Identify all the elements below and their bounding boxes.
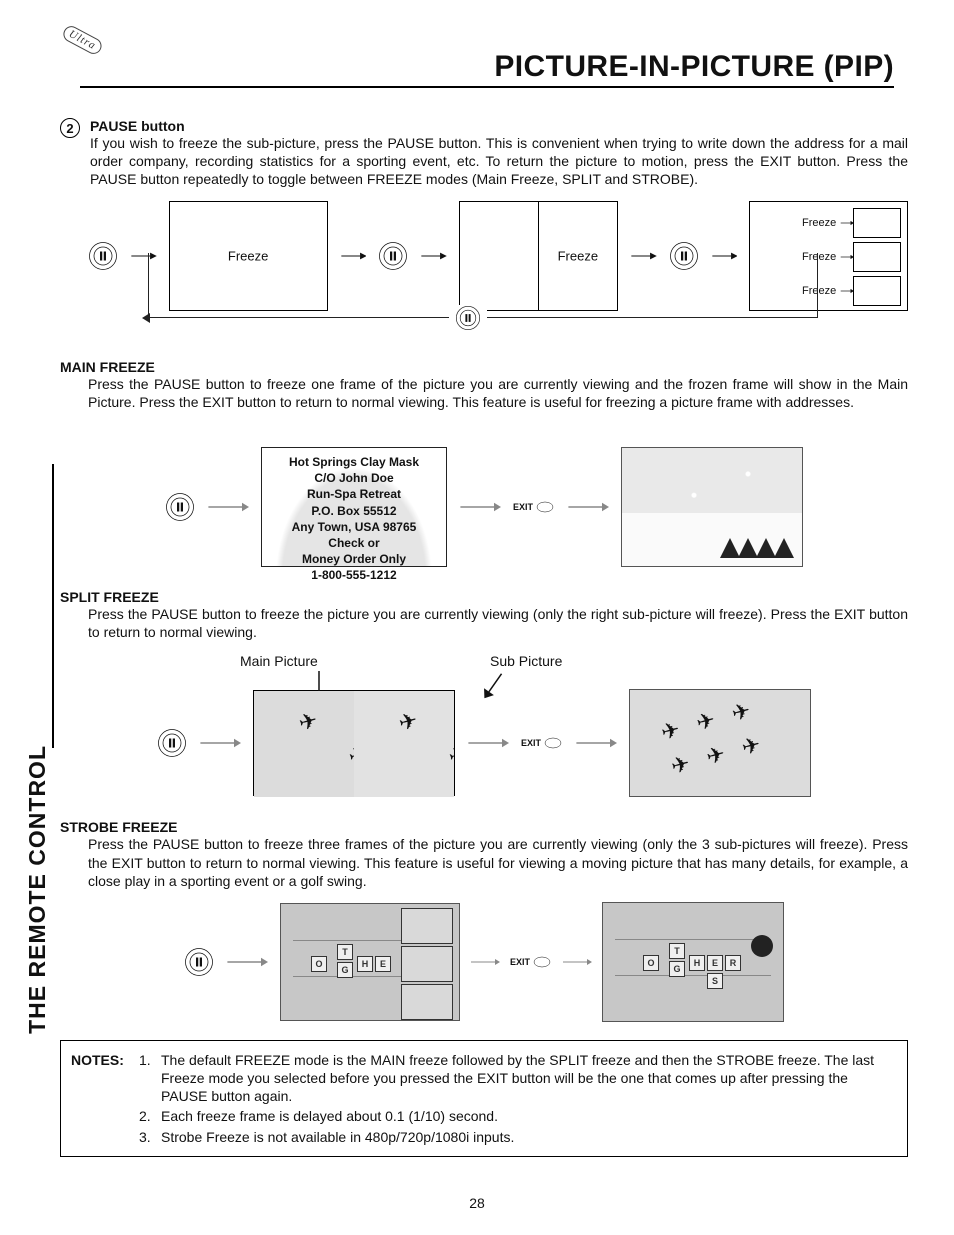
pause-heading: PAUSE button	[90, 118, 908, 134]
freeze-label: Freeze	[802, 285, 836, 297]
sub-picture-label: Sub Picture	[490, 653, 562, 669]
arrow-right-icon	[573, 736, 619, 750]
pause-icon	[184, 947, 214, 977]
arrow-right-icon	[840, 252, 854, 262]
arrow-right-icon	[465, 736, 511, 750]
split-freeze-heading: SPLIT FREEZE	[60, 589, 908, 605]
section-pause: 2 PAUSE button If you wish to freeze the…	[60, 118, 908, 189]
strobe-freeze-flow: O T G H E EXIT O T G H	[60, 902, 908, 1022]
card-line: C/O John Doe	[314, 470, 393, 486]
pause-icon	[165, 492, 195, 522]
jets-photo-sub	[354, 691, 454, 797]
arrow-right-icon	[630, 249, 657, 263]
note-text: Strobe Freeze is not available in 480p/7…	[161, 1128, 897, 1146]
sidebar-rule	[52, 464, 54, 748]
note-text: The default FREEZE mode is the MAIN free…	[161, 1051, 897, 1106]
exit-button-icon: EXIT	[513, 497, 555, 517]
sidebar-section-label: THE REMOTE CONTROL	[24, 745, 53, 1034]
pause-icon	[378, 241, 408, 271]
jets-photo-main	[254, 691, 354, 797]
arrow-right-icon	[130, 249, 157, 263]
freeze-mode-main: Freeze	[169, 201, 328, 311]
arrow-right-icon	[711, 249, 738, 263]
freeze-label: Freeze	[558, 248, 598, 263]
freeze-mode-cycle: Freeze Freeze	[88, 201, 908, 311]
page-number: 28	[0, 1195, 954, 1211]
arrow-right-icon	[840, 218, 854, 228]
card-line: Money Order Only	[302, 551, 406, 567]
winter-scene-photo	[621, 447, 803, 567]
arrow-right-icon	[457, 500, 503, 514]
jets-photo-full	[629, 689, 811, 797]
split-freeze-body: Press the PAUSE button to freeze the pic…	[88, 605, 908, 641]
card-line: Hot Springs Clay Mask	[289, 454, 419, 470]
card-line: Any Town, USA 98765	[292, 519, 417, 535]
step-number-2: 2	[60, 118, 80, 138]
pause-icon	[669, 241, 699, 271]
note-num: 2.	[139, 1107, 157, 1125]
content-area: 2 PAUSE button If you wish to freeze the…	[60, 118, 908, 1157]
arrow-right-icon	[565, 500, 611, 514]
document-page: Ultra PICTURE-IN-PICTURE (PIP) THE REMOT…	[0, 0, 954, 1235]
card-line: Check or	[328, 535, 379, 551]
pause-icon	[157, 728, 187, 758]
freeze-mode-strobe: Freeze Freeze Freeze	[749, 201, 908, 311]
arrow-right-icon	[340, 249, 367, 263]
freeze-label: Freeze	[802, 251, 836, 263]
arrow-right-icon	[840, 286, 854, 296]
main-picture-label: Main Picture	[240, 653, 318, 669]
notes-label: NOTES:	[71, 1051, 135, 1106]
card-line: 1-800-555-1212	[311, 567, 396, 583]
split-picture-box	[253, 690, 455, 796]
note-num: 1.	[139, 1051, 157, 1106]
track-full-photo: O T G H E R S	[602, 902, 784, 1022]
main-freeze-body: Press the PAUSE button to freeze one fra…	[88, 375, 908, 411]
exit-button-icon: EXIT	[510, 952, 552, 972]
arrow-right-icon	[224, 955, 270, 969]
main-freeze-flow: Hot Springs Clay Mask C/O John Doe Run-S…	[60, 447, 908, 567]
arrow-right-icon	[205, 500, 251, 514]
page-title: PICTURE-IN-PICTURE (PIP)	[80, 50, 894, 84]
arrow-right-icon	[562, 955, 592, 969]
freeze-label: Freeze	[802, 217, 836, 229]
pause-body: If you wish to freeze the sub-picture, p…	[90, 134, 908, 189]
cycle-return-arrow	[88, 307, 848, 343]
arrow-right-icon	[470, 955, 500, 969]
header-bar: PICTURE-IN-PICTURE (PIP)	[80, 50, 894, 88]
split-freeze-flow: Main Picture Sub Picture EXIT	[60, 655, 908, 797]
arrow-right-icon	[420, 249, 447, 263]
track-strobe-photo: O T G H E	[280, 903, 460, 1021]
arrow-right-icon	[197, 736, 243, 750]
card-line: Run-Spa Retreat	[307, 486, 401, 502]
pause-icon	[455, 305, 481, 331]
note-num: 3.	[139, 1128, 157, 1146]
pause-icon	[88, 241, 118, 271]
strobe-freeze-heading: STROBE FREEZE	[60, 819, 908, 835]
main-freeze-heading: MAIN FREEZE	[60, 359, 908, 375]
strobe-freeze-body: Press the PAUSE button to freeze three f…	[88, 835, 908, 890]
freeze-label: Freeze	[228, 248, 268, 263]
card-line: P.O. Box 55512	[311, 503, 396, 519]
notes-box: NOTES: 1. The default FREEZE mode is the…	[60, 1040, 908, 1157]
note-text: Each freeze frame is delayed about 0.1 (…	[161, 1107, 897, 1125]
address-card: Hot Springs Clay Mask C/O John Doe Run-S…	[261, 447, 447, 567]
freeze-mode-split: Freeze	[459, 201, 618, 311]
exit-button-icon: EXIT	[521, 733, 563, 753]
